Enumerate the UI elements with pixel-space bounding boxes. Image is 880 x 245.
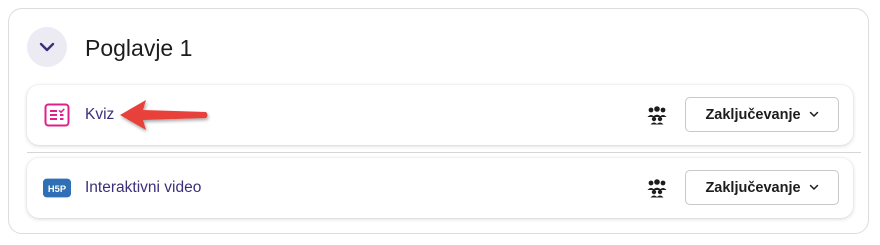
- red-arrow-icon: [120, 100, 208, 130]
- chevron-down-icon: [809, 184, 818, 190]
- chevron-down-icon: [39, 42, 55, 52]
- quiz-icon: [43, 101, 71, 129]
- h5p-icon-text: H5P: [48, 184, 66, 194]
- group-icon[interactable]: [646, 178, 668, 198]
- activity-name-interactive-video-link[interactable]: Interaktivni video: [85, 177, 201, 199]
- grading-dropdown-button[interactable]: Zaključevanje: [685, 97, 839, 132]
- activity-divider: [27, 152, 861, 153]
- grading-dropdown-label: Zaključevanje: [705, 106, 801, 123]
- activity-item-interactive-video: H5P Interaktivni video Zaključevanje: [27, 158, 853, 218]
- h5p-icon: H5P: [43, 174, 71, 202]
- chevron-down-icon: [809, 111, 818, 117]
- grading-dropdown-button[interactable]: Zaključevanje: [685, 170, 839, 205]
- group-icon[interactable]: [646, 105, 668, 125]
- collapse-section-button[interactable]: [27, 27, 67, 67]
- section-title: Poglavje 1: [85, 35, 193, 61]
- activity-name-quiz-link[interactable]: Kviz: [85, 104, 114, 126]
- grading-dropdown-label: Zaključevanje: [705, 179, 801, 196]
